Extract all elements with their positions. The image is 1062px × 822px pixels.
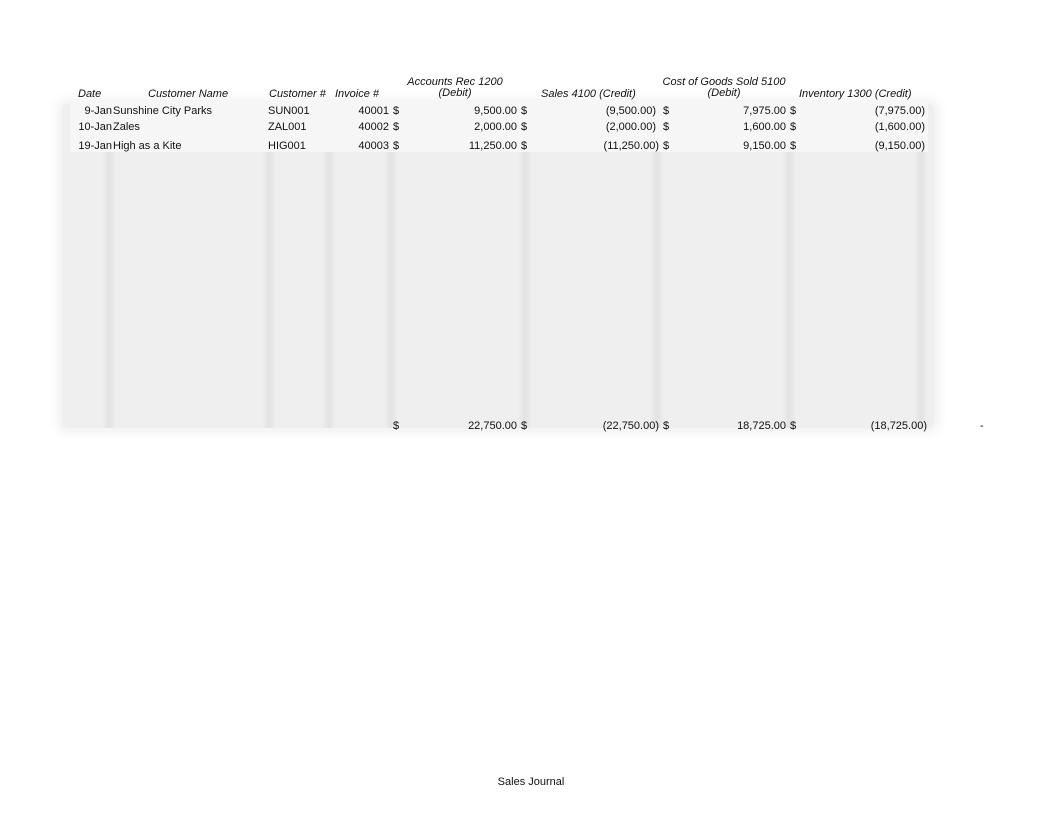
header-sales: Sales 4100 (Credit) xyxy=(541,88,636,100)
currency-symbol: $ xyxy=(521,420,528,432)
column-divider xyxy=(914,104,928,428)
currency-symbol: $ xyxy=(790,105,797,117)
cell-sales: (9,500.00) xyxy=(605,105,656,117)
header-customer-number: Customer # xyxy=(269,88,326,100)
currency-symbol: $ xyxy=(521,105,528,117)
cell-date: 19-Jan xyxy=(78,140,112,152)
column-divider xyxy=(650,104,664,428)
currency-symbol: $ xyxy=(393,105,400,117)
header-ar-line2: (Debit) xyxy=(438,87,472,99)
total-inventory: (18,725.00) xyxy=(870,420,927,432)
header-accounts-receivable: Accounts Rec 1200 (Debit) xyxy=(395,77,515,99)
cell-customer-number: SUN001 xyxy=(268,105,310,117)
column-divider xyxy=(322,104,336,428)
currency-symbol: $ xyxy=(393,121,400,133)
cell-inventory: (1,600.00) xyxy=(874,121,925,133)
cell-inventory: (7,975.00) xyxy=(874,105,925,117)
cell-cogs: 7,975.00 xyxy=(743,105,786,117)
cell-sales: (2,000.00) xyxy=(605,121,656,133)
cell-date: 10-Jan xyxy=(78,121,112,133)
cell-invoice-number: 40002 xyxy=(358,121,389,133)
currency-symbol: $ xyxy=(521,140,528,152)
currency-symbol: $ xyxy=(393,140,400,152)
currency-symbol: $ xyxy=(521,121,528,133)
blurred-empty-rows xyxy=(62,104,934,428)
column-divider xyxy=(518,104,532,428)
column-divider xyxy=(262,104,276,428)
cell-customer-name: Sunshine City Parks xyxy=(113,105,213,117)
header-invoice-number: Invoice # xyxy=(335,88,380,100)
currency-symbol: $ xyxy=(663,420,670,432)
cell-ar: 9,500.00 xyxy=(474,105,517,117)
total-ar: 22,750.00 xyxy=(468,420,517,432)
header-inventory: Inventory 1300 (Credit) xyxy=(799,88,912,100)
currency-symbol: $ xyxy=(790,420,797,432)
currency-symbol: $ xyxy=(663,105,670,117)
total-cogs: 18,725.00 xyxy=(737,420,786,432)
column-divider xyxy=(102,104,116,428)
currency-symbol: $ xyxy=(663,121,670,133)
header-cogs: Cost of Goods Sold 5100 (Debit) xyxy=(654,77,794,99)
cell-customer-name: High as a Kite xyxy=(113,140,182,152)
cell-customer-number: HIG001 xyxy=(268,140,306,152)
currency-symbol: $ xyxy=(790,121,797,133)
page-footer-title: Sales Journal xyxy=(497,776,565,788)
cell-date: 9-Jan xyxy=(84,105,112,117)
cell-inventory: (9,150.00) xyxy=(874,140,925,152)
header-customer-name: Customer Name xyxy=(148,88,229,100)
cell-customer-name: Zales xyxy=(113,121,140,133)
total-balance: - xyxy=(980,420,984,432)
total-sales: (22,750.00) xyxy=(602,420,659,432)
cell-cogs: 1,600.00 xyxy=(743,121,786,133)
column-divider xyxy=(384,104,398,428)
column-divider xyxy=(782,104,796,428)
cell-sales: (11,250.00) xyxy=(603,140,659,152)
cell-customer-number: ZAL001 xyxy=(268,121,307,133)
cell-ar: 11,250.00 xyxy=(468,140,517,152)
cell-invoice-number: 40001 xyxy=(358,105,389,117)
header-cogs-line2: (Debit) xyxy=(707,87,741,99)
cell-cogs: 9,150.00 xyxy=(743,140,786,152)
currency-symbol: $ xyxy=(393,420,400,432)
header-date: Date xyxy=(78,88,102,100)
cell-ar: 2,000.00 xyxy=(474,121,517,133)
currency-symbol: $ xyxy=(663,140,670,152)
cell-invoice-number: 40003 xyxy=(358,140,389,152)
currency-symbol: $ xyxy=(790,140,797,152)
